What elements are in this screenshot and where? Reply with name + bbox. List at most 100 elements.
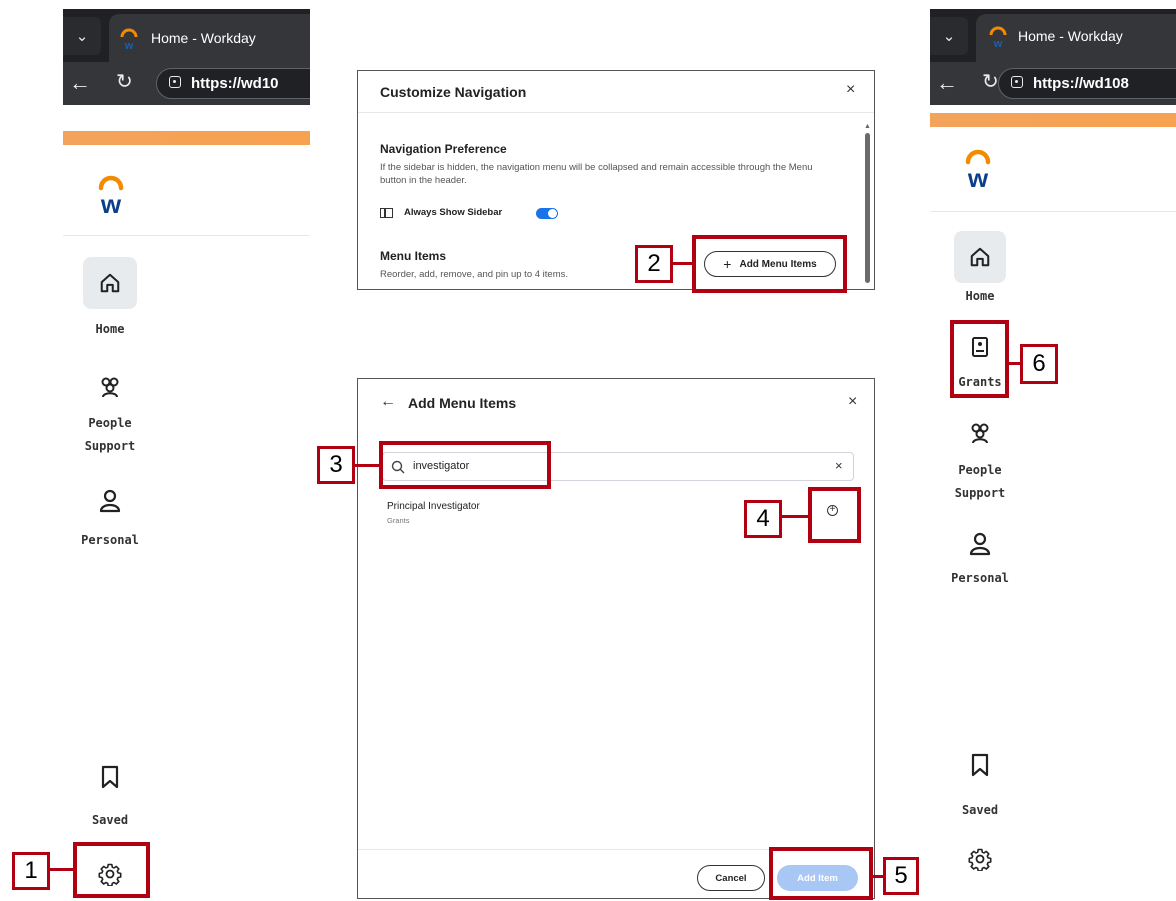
svg-text:w: w <box>100 189 122 217</box>
nav-personal-label: Personal <box>951 571 1009 585</box>
nav-home-button[interactable] <box>83 257 137 309</box>
callout-3-line <box>355 464 380 467</box>
callout-2-highlight <box>692 235 847 293</box>
gear-icon <box>968 848 992 871</box>
back-arrow-icon[interactable]: ← <box>936 72 958 94</box>
workday-logo-icon: w <box>965 149 991 191</box>
header-accent-strip <box>63 131 310 145</box>
back-arrow-icon[interactable]: ← <box>69 72 91 94</box>
menu-items-heading: Menu Items <box>380 249 447 263</box>
person-icon <box>969 532 991 556</box>
callout-4-line <box>782 515 809 518</box>
result-subtitle: Grants <box>387 516 410 525</box>
people-icon <box>971 423 989 444</box>
url-field[interactable]: https://wd10 <box>156 68 310 99</box>
nav-people-support-label-line1: People <box>88 416 132 430</box>
left-browser-window: ⌄ w Home - Workday ← ↻ https://wd10 w Ho… <box>63 9 310 901</box>
callout-3-number: 3 <box>317 446 355 484</box>
right-browser-window: ⌄ w Home - Workday ← ↻ https://wd108 w H… <box>930 9 1176 901</box>
callout-2-number: 2 <box>635 245 673 283</box>
callout-5-highlight <box>769 847 873 900</box>
cancel-button[interactable]: Cancel <box>697 865 765 891</box>
close-icon[interactable]: × <box>848 393 857 411</box>
callout-1-number: 1 <box>12 852 50 890</box>
nav-home-label: Home <box>965 289 995 303</box>
result-title: Principal Investigator <box>387 501 480 512</box>
nav-people-support-label: People Support <box>930 459 1030 505</box>
close-icon[interactable]: × <box>846 81 855 99</box>
svg-text:w: w <box>993 38 1003 48</box>
callout-4-number: 4 <box>744 500 782 538</box>
nav-home-label: Home <box>95 322 125 336</box>
scroll-up-arrow[interactable]: ▲ <box>864 123 871 130</box>
lock-icon <box>169 76 181 88</box>
address-bar: ← ↻ https://wd10 <box>63 62 310 105</box>
nav-saved-label: Saved <box>91 813 129 827</box>
callout-2-line <box>673 262 693 265</box>
person-icon <box>99 489 121 513</box>
back-arrow-icon[interactable]: ← <box>380 393 396 411</box>
callout-4-highlight <box>808 487 861 543</box>
tab-title: Home - Workday <box>151 30 256 46</box>
bookmark-icon <box>101 765 119 789</box>
lock-icon <box>1011 76 1023 88</box>
chevron-down-icon[interactable]: ⌄ <box>930 17 968 55</box>
home-icon <box>970 247 990 267</box>
header-accent-strip <box>930 113 1176 127</box>
browser-tab[interactable]: w Home - Workday <box>976 14 1176 62</box>
workday-logo-icon: w <box>98 175 124 217</box>
nav-people-support-label: People Support <box>63 412 157 458</box>
tab-title: Home - Workday <box>1018 28 1123 44</box>
tab-bar: ⌄ w Home - Workday <box>63 9 310 62</box>
header-divider <box>63 235 310 236</box>
nav-personal-button[interactable] <box>958 524 1002 564</box>
address-bar: ← ↻ https://wd108 <box>930 62 1176 105</box>
callout-6-line <box>1008 362 1020 365</box>
sidebar-icon <box>380 208 393 218</box>
callout-6-highlight <box>950 320 1009 398</box>
nav-saved-button[interactable] <box>958 745 1002 785</box>
chevron-down-icon[interactable]: ⌄ <box>63 17 101 55</box>
settings-button[interactable] <box>958 839 1002 879</box>
nav-personal-label: Personal <box>81 533 139 547</box>
url-field[interactable]: https://wd108 <box>998 68 1176 99</box>
nav-saved-button[interactable] <box>87 755 133 799</box>
dialog-title: Add Menu Items <box>408 395 517 411</box>
nav-people-support-button[interactable] <box>958 413 1002 453</box>
svg-text:w: w <box>967 163 989 191</box>
menu-items-description: Reorder, add, remove, and pin up to 4 it… <box>380 269 568 280</box>
tab-bar: ⌄ w Home - Workday <box>930 9 1176 62</box>
callout-1-line <box>50 868 74 871</box>
dialog-scrollbar[interactable] <box>865 133 870 283</box>
callout-1-highlight <box>73 842 150 898</box>
dialog-title: Customize Navigation <box>380 84 527 100</box>
callout-3-highlight <box>379 441 551 489</box>
header-divider <box>930 211 1176 212</box>
callout-6-number: 6 <box>1020 344 1058 384</box>
browser-tab[interactable]: w Home - Workday <box>109 14 310 62</box>
reload-icon[interactable]: ↻ <box>982 72 999 92</box>
reload-icon[interactable]: ↻ <box>116 72 133 92</box>
dialog-header-divider <box>358 112 874 113</box>
home-icon <box>100 273 120 293</box>
bookmark-icon <box>971 753 989 777</box>
navigation-preference-description: If the sidebar is hidden, the navigation… <box>380 162 813 186</box>
nav-people-support-button[interactable] <box>87 367 133 407</box>
nav-saved-label: Saved <box>961 803 999 817</box>
nav-people-support-label-line1: People <box>958 463 1002 477</box>
nav-home-button[interactable] <box>954 231 1006 283</box>
people-icon <box>101 377 119 398</box>
always-show-sidebar-toggle[interactable] <box>536 208 558 219</box>
callout-5-number: 5 <box>883 857 919 895</box>
url-text: https://wd108 <box>1033 75 1129 92</box>
nav-personal-button[interactable] <box>87 481 133 521</box>
workday-logo-icon: w <box>989 26 1007 48</box>
nav-people-support-label-line2: Support <box>954 486 1006 500</box>
always-show-sidebar-label: Always Show Sidebar <box>404 207 503 218</box>
nav-people-support-label-line2: Support <box>84 439 136 453</box>
clear-search-icon[interactable]: × <box>835 458 843 473</box>
url-text: https://wd10 <box>191 75 279 92</box>
navigation-preference-heading: Navigation Preference <box>380 142 507 156</box>
workday-logo-icon: w <box>120 28 138 50</box>
svg-text:w: w <box>124 40 134 50</box>
